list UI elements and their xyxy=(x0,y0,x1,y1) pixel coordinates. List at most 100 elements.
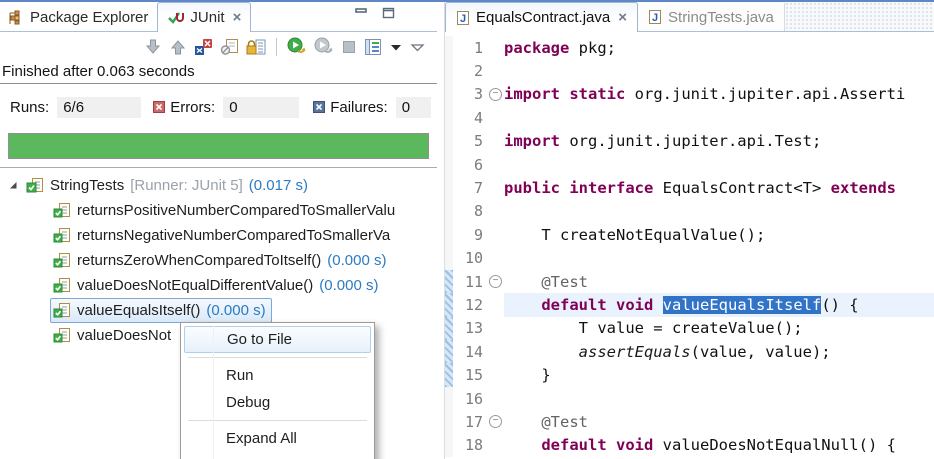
menu-separator xyxy=(188,420,367,421)
editor-tab-equalscontract-java[interactable]: J EqualsContract.java × xyxy=(445,2,639,32)
view-tab-label: JUnit xyxy=(190,9,225,26)
code-line[interactable]: 7 public interface EqualsContract<T> exte… xyxy=(445,176,934,200)
method-range-indicator xyxy=(445,316,453,341)
view-menu-icon[interactable] xyxy=(410,41,425,53)
code-line[interactable]: 14 assertEquals (value, value); xyxy=(445,340,934,364)
editor-area: J EqualsContract.java × J StringTests.java 1… xyxy=(444,2,934,459)
view-tab-junit[interactable]: JUnit × xyxy=(157,2,252,32)
test-tree-row[interactable]: returnsNegativeNumberComparedToSmallerVa xyxy=(0,223,437,248)
code-text: public interface EqualsContract<T> exten… xyxy=(504,176,934,199)
code-line[interactable]: 11− @Test xyxy=(445,269,934,294)
code-line[interactable]: 8 xyxy=(445,199,934,224)
code-text: default void valueEqualsItself() { xyxy=(504,293,934,317)
test-tree-row[interactable]: valueDoesNotEqualDifferentValue() (0.000 … xyxy=(0,273,437,298)
line-number: 5 xyxy=(473,132,483,151)
annotation-ruler xyxy=(445,36,453,60)
twistie-expanded-icon[interactable] xyxy=(8,180,19,191)
show-skipped-tests-icon[interactable] xyxy=(220,38,239,56)
rerun-failed-tests-icon[interactable] xyxy=(314,37,334,56)
line-number: 8 xyxy=(473,202,483,221)
code-segment: extends xyxy=(830,179,896,198)
test-name-label: valueEqualsItself() xyxy=(77,302,201,319)
stop-test-run-icon[interactable] xyxy=(341,39,357,55)
previous-failed-test-icon[interactable] xyxy=(169,38,187,56)
fold-column: − xyxy=(487,275,504,289)
menu-item-expand-all[interactable]: Expand All xyxy=(184,425,371,452)
next-failed-test-icon[interactable] xyxy=(144,38,162,56)
fold-collapse-icon[interactable]: − xyxy=(489,87,502,101)
close-icon[interactable]: × xyxy=(618,9,627,26)
menu-separator xyxy=(188,357,367,358)
code-line[interactable]: 17− @Test xyxy=(445,410,934,434)
runner-label: [Runner: JUnit 5] xyxy=(130,177,243,194)
annotation-ruler xyxy=(445,433,453,458)
annotation-ruler xyxy=(445,59,453,83)
code-line[interactable]: 12 default void valueEqualsItself() { xyxy=(445,293,934,317)
dropdown-arrow-icon[interactable] xyxy=(389,41,403,53)
code-line[interactable]: 1 package pkg; xyxy=(445,36,934,60)
code-line[interactable]: 16 xyxy=(445,386,934,411)
java-editor[interactable]: 1 package pkg; 2 3− import static org.junit.… xyxy=(445,32,934,459)
method-range-indicator xyxy=(445,269,453,294)
test-icon xyxy=(53,252,71,269)
annotation-ruler xyxy=(445,176,453,200)
annotation-ruler xyxy=(445,152,453,177)
code-line[interactable]: 3− import static org.junit.jupiter.api.As… xyxy=(445,82,934,107)
line-number: 18 xyxy=(464,436,483,455)
scroll-lock-icon[interactable] xyxy=(246,38,266,56)
test-suite-row[interactable]: StringTests [Runner: JUnit 5] (0.017 s) xyxy=(0,173,437,198)
annotation-ruler xyxy=(445,199,453,224)
junit-icon xyxy=(167,10,185,26)
fold-collapse-icon[interactable]: − xyxy=(489,275,502,289)
test-name-label: returnsPositiveNumberComparedToSmallerVa… xyxy=(77,202,396,219)
code-segment: default xyxy=(541,436,607,455)
view-tab-package-explorer[interactable]: Package Explorer xyxy=(0,3,157,31)
code-segment: static xyxy=(569,85,626,104)
rerun-tests-icon[interactable] xyxy=(287,37,307,56)
code-line[interactable]: 15 } xyxy=(445,363,934,387)
code-line[interactable]: 4 xyxy=(445,106,934,130)
junit-counters: Runs: 6/6 Errors: 0 Failures: 0 xyxy=(10,96,431,118)
show-failures-only-icon[interactable] xyxy=(194,38,213,56)
test-tree-row[interactable]: returnsZeroWhenComparedToItself() (0.000 … xyxy=(0,248,437,273)
test-icon xyxy=(53,277,71,294)
line-number: 7 xyxy=(473,179,483,198)
test-icon xyxy=(53,302,71,319)
editor-tab-stringtests-java[interactable]: J StringTests.java xyxy=(638,3,785,31)
method-range-indicator xyxy=(445,293,453,317)
code-segment: } xyxy=(504,366,551,385)
code-line[interactable]: 5 import org.junit.jupiter.api.Test; xyxy=(445,129,934,153)
code-text: T value = createValue(); xyxy=(504,317,934,340)
close-icon[interactable]: × xyxy=(233,9,242,26)
test-tree-row[interactable]: valueEqualsItself() (0.000 s) xyxy=(0,298,437,323)
minimize-icon[interactable] xyxy=(355,7,368,19)
code-segment: interface xyxy=(569,179,654,198)
menu-item-go-to-file[interactable]: Go to File xyxy=(184,326,371,353)
selected-row-box: valueEqualsItself() (0.000 s) xyxy=(50,298,272,323)
line-number: 1 xyxy=(473,38,483,57)
code-line[interactable]: 9 T createNotEqualValue(); xyxy=(445,223,934,247)
menu-item-debug[interactable]: Debug xyxy=(184,389,371,416)
code-line[interactable]: 13 T value = createValue(); xyxy=(445,316,934,341)
code-line[interactable]: 6 xyxy=(445,152,934,177)
menu-item-run[interactable]: Run xyxy=(184,362,371,389)
code-segment: public xyxy=(504,179,560,198)
code-line[interactable]: 2 xyxy=(445,59,934,83)
annotation-ruler xyxy=(445,223,453,247)
test-tree-row[interactable]: returnsPositiveNumberComparedToSmallerVa… xyxy=(0,198,437,223)
fold-collapse-icon[interactable]: − xyxy=(489,415,502,429)
maximize-icon[interactable] xyxy=(382,7,395,19)
code-segment: EqualsContract<T> xyxy=(653,179,831,198)
code-line[interactable]: 18 default void valueDoesNotEqualNull() … xyxy=(445,433,934,458)
junit-toolbar xyxy=(0,33,437,60)
test-run-history-icon[interactable] xyxy=(364,38,382,56)
code-segment: valueDoesNotEqualNull() { xyxy=(653,436,896,455)
test-icon xyxy=(53,327,71,344)
line-number: 4 xyxy=(473,108,483,127)
code-line[interactable]: 10 xyxy=(445,246,934,270)
annotation-ruler xyxy=(445,386,453,411)
